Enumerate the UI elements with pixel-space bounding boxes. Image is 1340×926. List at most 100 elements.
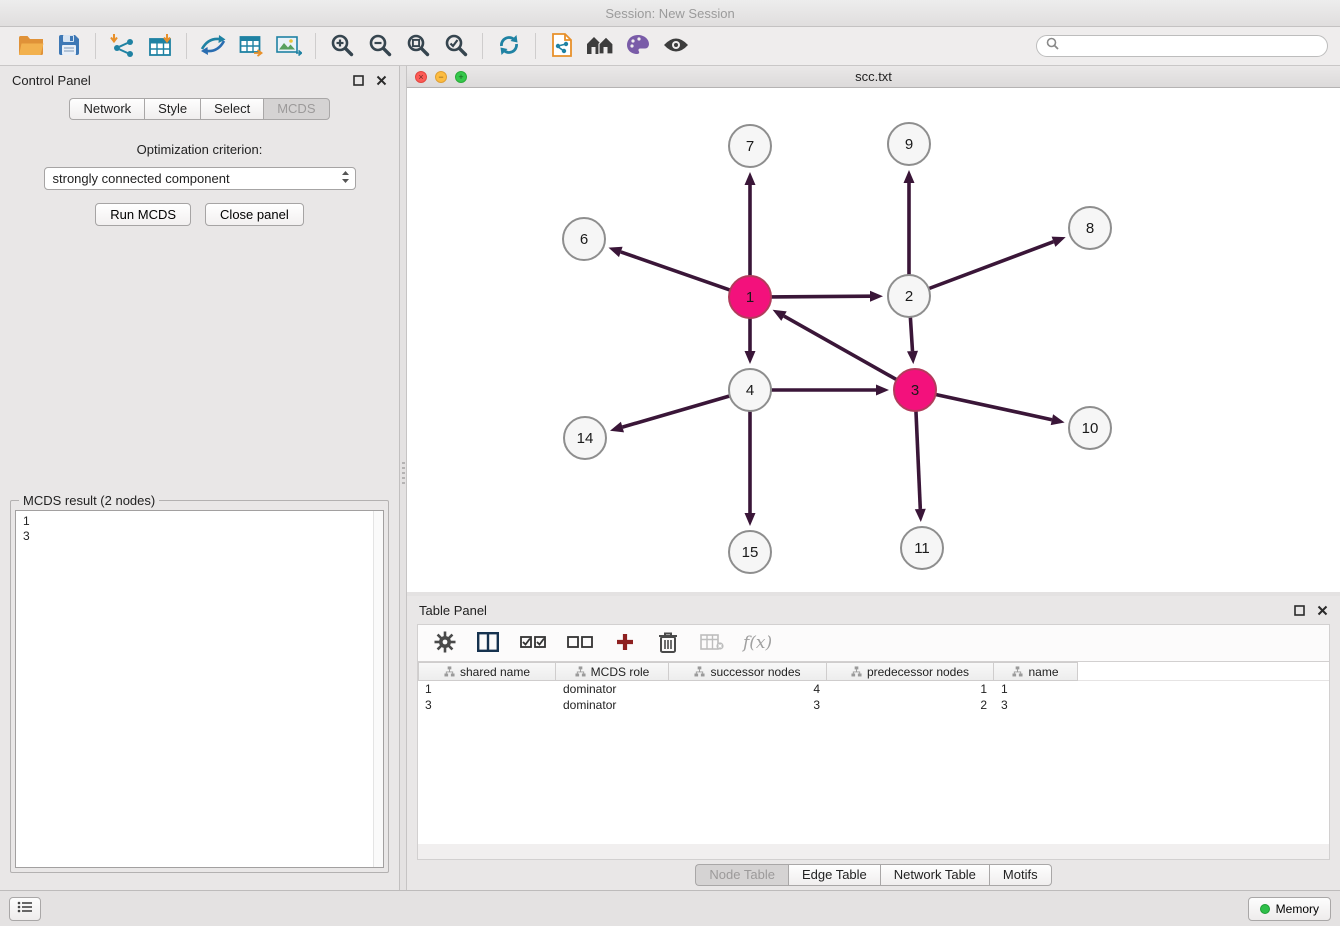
column-header-predecessor-nodes[interactable]: predecessor nodes xyxy=(827,662,994,681)
table-settings-button[interactable] xyxy=(432,627,458,659)
save-session-button[interactable] xyxy=(50,30,88,62)
tab-node-table[interactable]: Node Table xyxy=(695,864,788,886)
table-cell[interactable]: dominator xyxy=(556,697,669,713)
toggle-details-button[interactable] xyxy=(657,30,695,62)
table-row[interactable]: 1dominator411 xyxy=(418,681,1329,697)
toolbar-separator xyxy=(315,33,316,59)
graph-node-3[interactable]: 3 xyxy=(894,369,936,411)
table-header-row: shared nameMCDS rolesuccessor nodesprede… xyxy=(418,662,1329,681)
table-cell[interactable]: 4 xyxy=(669,681,827,697)
graph-edge-1-2[interactable] xyxy=(770,296,870,297)
table-horizontal-scrollbar[interactable] xyxy=(417,844,1330,860)
export-network-icon xyxy=(200,34,226,59)
close-table-panel-icon[interactable] xyxy=(1317,605,1328,616)
graph-node-6[interactable]: 6 xyxy=(563,218,605,260)
zoom-in-button[interactable] xyxy=(323,30,361,62)
table-cell[interactable]: 3 xyxy=(669,697,827,713)
graph-node-1[interactable]: 1 xyxy=(729,276,771,318)
column-header-successor-nodes[interactable]: successor nodes xyxy=(669,662,827,681)
zoom-out-button[interactable] xyxy=(361,30,399,62)
close-panel-icon[interactable] xyxy=(376,75,387,86)
table-cell[interactable]: 1 xyxy=(994,681,1078,697)
memory-button[interactable]: Memory xyxy=(1248,897,1331,921)
table-cell[interactable]: 1 xyxy=(418,681,556,697)
refresh-button[interactable] xyxy=(490,30,528,62)
graph-node-15[interactable]: 15 xyxy=(729,531,771,573)
deselect-all-button[interactable] xyxy=(565,627,595,659)
graph-edge-1-6[interactable] xyxy=(621,252,731,291)
gear-icon xyxy=(434,631,456,656)
zoom-selected-button[interactable] xyxy=(437,30,475,62)
graph-node-10[interactable]: 10 xyxy=(1069,407,1111,449)
add-column-button[interactable] xyxy=(612,627,638,659)
close-panel-button[interactable]: Close panel xyxy=(205,203,304,226)
graph-edge-3-10[interactable] xyxy=(935,394,1052,420)
search-input[interactable] xyxy=(1065,39,1318,53)
graph-edge-4-14[interactable] xyxy=(622,396,730,428)
table-panel-header: Table Panel xyxy=(407,596,1340,624)
minimize-window-icon[interactable]: − xyxy=(435,71,447,83)
graph-node-4[interactable]: 4 xyxy=(729,369,771,411)
refresh-icon xyxy=(497,33,521,60)
criterion-dropdown[interactable]: strongly connected component xyxy=(44,167,356,190)
run-mcds-button[interactable]: Run MCDS xyxy=(95,203,191,226)
export-image-button[interactable] xyxy=(270,30,308,62)
float-table-panel-icon[interactable] xyxy=(1294,605,1305,616)
search-field[interactable] xyxy=(1036,35,1328,57)
tab-mcds[interactable]: MCDS xyxy=(263,98,329,120)
graph-node-14[interactable]: 14 xyxy=(564,417,606,459)
clone-network-button[interactable] xyxy=(543,30,581,62)
table-cell[interactable]: 2 xyxy=(827,697,994,713)
graph-edge-3-1[interactable] xyxy=(784,316,898,380)
select-all-button[interactable] xyxy=(518,627,548,659)
export-network-button[interactable] xyxy=(194,30,232,62)
table-cell[interactable]: 3 xyxy=(418,697,556,713)
float-panel-icon[interactable] xyxy=(353,75,364,86)
tab-select[interactable]: Select xyxy=(200,98,263,120)
graph-edge-arrowhead xyxy=(745,172,756,185)
open-session-button[interactable] xyxy=(12,30,50,62)
tab-edge-table[interactable]: Edge Table xyxy=(788,864,880,886)
table-panel: Table Panel f(x) shared nameMCDS rolesuc… xyxy=(407,596,1340,890)
graph-node-2[interactable]: 2 xyxy=(888,275,930,317)
svg-text:10: 10 xyxy=(1082,420,1099,437)
graph-edge-arrowhead xyxy=(1051,414,1065,425)
graph-node-11[interactable]: 11 xyxy=(901,527,943,569)
close-window-icon[interactable]: × xyxy=(415,71,427,83)
table-row[interactable]: 3dominator323 xyxy=(418,697,1329,713)
mcds-result-item: 1 xyxy=(23,514,376,529)
column-header-name[interactable]: name xyxy=(994,662,1078,681)
panel-splitter[interactable] xyxy=(400,66,407,890)
import-table-button[interactable] xyxy=(141,30,179,62)
column-header-mcds-role[interactable]: MCDS role xyxy=(556,662,669,681)
overview-button[interactable] xyxy=(581,30,619,62)
graph-node-9[interactable]: 9 xyxy=(888,123,930,165)
table-cell[interactable]: 3 xyxy=(994,697,1078,713)
style-palette-button[interactable] xyxy=(619,30,657,62)
graph-edge-3-11[interactable] xyxy=(916,410,920,509)
graph-node-8[interactable]: 8 xyxy=(1069,207,1111,249)
table-tabs: Node TableEdge TableNetwork TableMotifs xyxy=(407,860,1340,890)
tab-network-table[interactable]: Network Table xyxy=(880,864,989,886)
task-history-button[interactable] xyxy=(9,897,41,921)
show-columns-button[interactable] xyxy=(475,627,501,659)
column-header-shared-name[interactable]: shared name xyxy=(418,662,556,681)
tab-style[interactable]: Style xyxy=(144,98,200,120)
network-canvas[interactable]: 7 9 6 8 1 2 4 3 14 10 15 11 xyxy=(407,88,1340,592)
graph-edge-2-8[interactable] xyxy=(928,242,1054,289)
network-graph[interactable]: 7 9 6 8 1 2 4 3 14 10 15 11 xyxy=(407,88,1340,592)
zoom-fit-button[interactable] xyxy=(399,30,437,62)
delete-column-button[interactable] xyxy=(655,627,681,659)
graph-node-7[interactable]: 7 xyxy=(729,125,771,167)
table-cell[interactable]: dominator xyxy=(556,681,669,697)
select-all-icon xyxy=(520,634,546,653)
export-table-button[interactable] xyxy=(232,30,270,62)
tab-motifs[interactable]: Motifs xyxy=(989,864,1052,886)
import-network-button[interactable] xyxy=(103,30,141,62)
table-cell[interactable]: 1 xyxy=(827,681,994,697)
maximize-window-icon[interactable]: + xyxy=(455,71,467,83)
tab-network[interactable]: Network xyxy=(69,98,144,120)
graph-edge-2-3[interactable] xyxy=(910,316,912,351)
mcds-result-list[interactable]: 13 xyxy=(15,510,384,868)
mcds-result-item: 3 xyxy=(23,529,376,544)
